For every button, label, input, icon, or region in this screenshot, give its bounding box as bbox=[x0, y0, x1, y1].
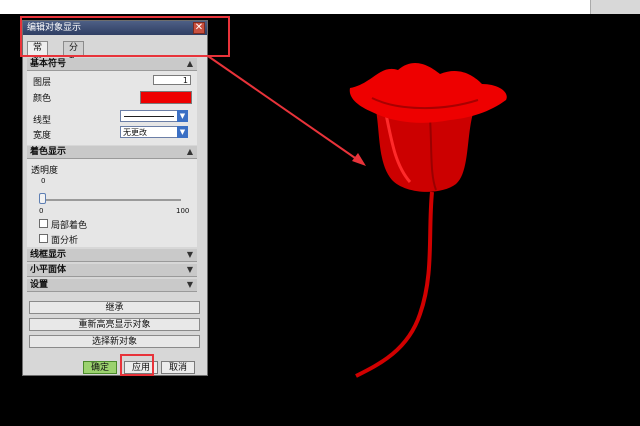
section-basic-body: 图层 1 颜色 线型 ▼ 宽度 无更改 ▼ bbox=[27, 71, 197, 145]
section-basic-title: 基本符号 bbox=[30, 59, 67, 69]
chevron-down-icon[interactable]: ▼ bbox=[177, 110, 188, 122]
expand-icon[interactable]: ▼ bbox=[185, 265, 195, 275]
section-facet-title: 小平面体 bbox=[30, 265, 67, 275]
line-sample bbox=[124, 116, 174, 117]
slider-max-label: 100 bbox=[176, 207, 190, 215]
section-settings-title: 设置 bbox=[30, 280, 49, 290]
slider-value: 0 bbox=[41, 177, 46, 185]
chevron-down-icon[interactable]: ▼ bbox=[177, 126, 188, 138]
layer-input[interactable]: 1 bbox=[153, 75, 191, 85]
layer-label: 图层 bbox=[33, 78, 52, 88]
annotation-box-apply bbox=[120, 354, 154, 376]
width-value: 无更改 bbox=[123, 128, 147, 137]
flower-stem bbox=[355, 191, 434, 378]
linetype-select[interactable]: ▼ bbox=[120, 110, 188, 122]
top-toolbar-edge bbox=[590, 0, 640, 14]
section-shading-title: 着色显示 bbox=[30, 147, 67, 157]
slider-min-label: 0 bbox=[39, 207, 44, 215]
ok-button[interactable]: 确定 bbox=[83, 361, 117, 374]
width-label: 宽度 bbox=[33, 131, 52, 141]
collapse-icon[interactable]: ▲ bbox=[185, 59, 195, 69]
section-basic-header[interactable]: 基本符号 ▲ bbox=[27, 58, 197, 71]
cancel-button[interactable]: 取消 bbox=[161, 361, 195, 374]
section-wireframe-title: 线框显示 bbox=[30, 250, 67, 260]
color-swatch[interactable] bbox=[140, 91, 192, 104]
width-select[interactable]: 无更改 ▼ bbox=[120, 126, 188, 138]
face-analysis-checkbox[interactable] bbox=[39, 234, 48, 243]
top-strip bbox=[0, 0, 640, 14]
partial-shading-label: 局部着色 bbox=[51, 221, 88, 231]
expand-icon[interactable]: ▼ bbox=[185, 280, 195, 290]
select-new-object-button[interactable]: 选择新对象 bbox=[29, 335, 200, 348]
color-label: 颜色 bbox=[33, 94, 52, 104]
transparency-label: 透明度 bbox=[31, 166, 59, 176]
collapse-icon[interactable]: ▲ bbox=[185, 147, 195, 157]
annotation-arrowhead bbox=[352, 153, 366, 166]
edit-object-display-dialog: 编辑对象显示 ✕ 常规 分析 基本符号 ▲ 图层 1 颜色 线型 ▼ 宽度 无更… bbox=[22, 20, 208, 376]
rehighlight-button[interactable]: 重新高亮显示对象 bbox=[29, 318, 200, 331]
annotation-arrow bbox=[204, 53, 359, 161]
partial-shading-checkbox[interactable] bbox=[39, 219, 48, 228]
transparency-slider-track[interactable] bbox=[41, 199, 181, 201]
transparency-slider-thumb[interactable] bbox=[39, 193, 46, 204]
section-shading-header[interactable]: 着色显示 ▲ bbox=[27, 146, 197, 159]
annotation-box-title bbox=[20, 16, 230, 57]
expand-icon[interactable]: ▼ bbox=[185, 250, 195, 260]
section-wireframe-header[interactable]: 线框显示 ▼ bbox=[27, 249, 197, 262]
inherit-button[interactable]: 继承 bbox=[29, 301, 200, 314]
linetype-label: 线型 bbox=[33, 116, 52, 126]
section-shading-body: 透明度 0 0 100 局部着色 面分析 bbox=[27, 159, 197, 247]
face-analysis-label: 面分析 bbox=[51, 236, 79, 246]
section-facet-header[interactable]: 小平面体 ▼ bbox=[27, 264, 197, 277]
section-settings-header[interactable]: 设置 ▼ bbox=[27, 279, 197, 292]
flower-petals bbox=[349, 62, 507, 123]
